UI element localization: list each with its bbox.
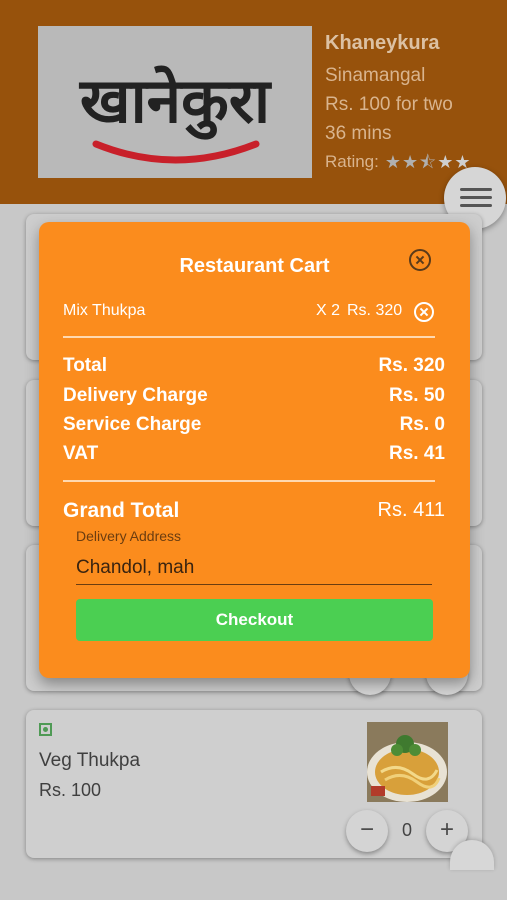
star-icon: ★: [437, 152, 455, 172]
star-icon: ★: [384, 152, 403, 172]
veg-icon: [39, 723, 52, 736]
cart-item-price: Rs. 320: [347, 302, 403, 319]
restaurant-rating: Rating: ★★⯪★★: [325, 148, 471, 176]
menu-item-card[interactable]: Veg Thukpa Rs. 100 − 0 +: [26, 710, 482, 858]
grand-total-label: Grand Total: [63, 499, 180, 522]
hamburger-icon: [460, 188, 492, 191]
menu-item-name: Veg Thukpa: [39, 750, 141, 771]
address-label: Delivery Address: [76, 528, 182, 544]
restaurant-delivery-time: 36 mins: [325, 123, 392, 144]
rating-label: Rating:: [325, 152, 379, 171]
cart-title: Restaurant Cart: [179, 255, 330, 277]
grand-total-value: Rs. 411: [377, 499, 445, 521]
divider: [63, 336, 435, 338]
restaurant-location: Sinamangal: [325, 65, 426, 86]
cart-modal: Restaurant Cart Mix Thukpa X 2 Rs. 320 T…: [39, 222, 470, 678]
cart-fab[interactable]: [450, 840, 494, 870]
close-icon[interactable]: [409, 249, 431, 271]
remove-item-icon[interactable]: [414, 302, 434, 322]
total-value: Rs. 320: [378, 355, 445, 376]
menu-item-image: [367, 722, 448, 802]
menu-item-price: Rs. 100: [39, 780, 102, 800]
restaurant-info: Khaneykura Sinamangal Rs. 100 for two 36…: [325, 32, 471, 176]
address-input[interactable]: [76, 552, 432, 585]
checkout-button[interactable]: Checkout: [76, 599, 433, 641]
vat-value: Rs. 41: [389, 443, 445, 464]
service-label: Service Charge: [63, 414, 202, 435]
logo-text: खानेकुरा: [79, 64, 272, 140]
cart-item-name: Mix Thukpa: [63, 302, 146, 319]
decrease-button[interactable]: −: [346, 810, 388, 852]
restaurant-header: खानेकुरा Khaneykura Sinamangal Rs. 100 f…: [0, 0, 507, 204]
half-star-icon: ⯪: [419, 152, 438, 172]
restaurant-cost: Rs. 100 for two: [325, 94, 453, 115]
cart-item-qty: X 2: [316, 302, 341, 319]
delivery-value: Rs. 50: [389, 385, 445, 406]
restaurant-name: Khaneykura: [325, 32, 440, 54]
divider: [63, 480, 435, 482]
service-value: Rs. 0: [399, 414, 445, 435]
delivery-label: Delivery Charge: [63, 385, 208, 406]
vat-label: VAT: [63, 443, 99, 464]
total-label: Total: [63, 355, 107, 376]
quantity-value: 0: [402, 820, 413, 840]
star-icon: ★: [402, 152, 420, 172]
restaurant-logo: खानेकुरा: [38, 26, 312, 178]
